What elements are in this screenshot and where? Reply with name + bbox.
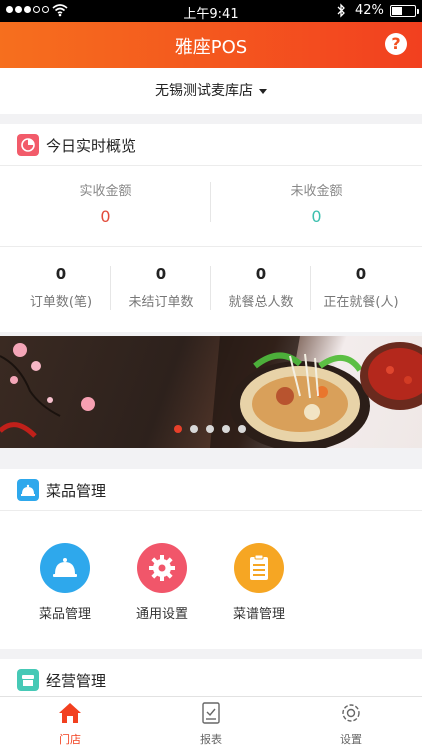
dish-management-label: 菜品管理: [38, 607, 91, 622]
stat-order-count[interactable]: 0 订单数(笔): [11, 247, 111, 332]
menu-section-title: 菜品管理: [46, 482, 107, 500]
tab-label: 设置: [340, 733, 362, 746]
received-amount[interactable]: 实收金额 0: [0, 166, 211, 246]
unreceived-amount[interactable]: 未收金额 0: [211, 166, 422, 246]
stat-dining-now[interactable]: 0 正在就餐(人): [311, 247, 411, 332]
stat-label: 订单数(笔): [29, 295, 93, 310]
battery-icon: [390, 5, 419, 17]
cloche-icon: [17, 479, 39, 501]
unreceived-label: 未收金额: [290, 184, 343, 199]
shop-icon: [17, 669, 39, 691]
tab-settings[interactable]: 设置: [311, 701, 391, 747]
operations-section-header: 经营管理: [0, 659, 422, 701]
general-settings-button[interactable]: 通用设置: [117, 543, 207, 622]
overview-title: 今日实时概览: [46, 137, 137, 155]
menu-management-card: 菜品管理 菜品管理 通用设置 菜谱管理: [0, 469, 422, 649]
overview-header: 今日实时概览: [0, 124, 422, 166]
battery-percent: 42%: [355, 3, 384, 18]
store-selector[interactable]: 无锡测试麦库店: [0, 68, 422, 114]
stat-value: 0: [155, 265, 167, 283]
cloche-icon: [40, 543, 90, 593]
caret-down-icon: [259, 88, 267, 94]
stat-value: 0: [355, 265, 367, 283]
tab-reports[interactable]: 报表: [171, 701, 251, 747]
tab-store[interactable]: 门店: [30, 701, 110, 747]
clipboard-icon: [234, 543, 284, 593]
tab-label: 门店: [59, 733, 81, 746]
page-title: 雅座POS: [174, 37, 248, 58]
stat-label: 未结订单数: [128, 295, 194, 310]
stat-label: 就餐总人数: [228, 295, 294, 310]
tab-bar: 门店 报表 设置: [0, 696, 422, 750]
operations-section-title: 经营管理: [46, 672, 107, 690]
unreceived-value: 0: [311, 207, 322, 226]
stat-value: 0: [55, 265, 67, 283]
report-icon: [202, 702, 220, 724]
bluetooth-icon: [337, 3, 345, 18]
promo-banner[interactable]: [0, 336, 422, 448]
received-label: 实收金额: [79, 184, 132, 199]
status-bar: 上午9:41 42%: [0, 0, 422, 22]
menu-section-header: 菜品管理: [0, 469, 422, 511]
stat-unsettled-orders[interactable]: 0 未结订单数: [111, 247, 211, 332]
stat-value: 0: [255, 265, 267, 283]
banner-page-dot[interactable]: [174, 425, 182, 433]
received-value: 0: [100, 207, 111, 226]
store-icon: [59, 703, 81, 723]
recipe-management-label: 菜谱管理: [232, 607, 285, 622]
help-button[interactable]: ?: [385, 33, 407, 55]
gear-icon: [137, 543, 187, 593]
banner-page-dot[interactable]: [222, 425, 230, 433]
banner-page-dot[interactable]: [238, 425, 246, 433]
tab-label: 报表: [200, 733, 222, 746]
banner-page-dot[interactable]: [206, 425, 214, 433]
store-name: 无锡测试麦库店: [155, 83, 253, 99]
recipe-management-button[interactable]: 菜谱管理: [214, 543, 304, 622]
nav-bar: 雅座POS ?: [0, 22, 422, 68]
pie-chart-icon: [17, 134, 39, 156]
dish-management-button[interactable]: 菜品管理: [20, 543, 110, 622]
stat-label: 正在就餐(人): [323, 295, 399, 310]
overview-card: 今日实时概览 实收金额 0 未收金额 0 0 订单数(笔) 0 未结订单数 0 …: [0, 124, 422, 332]
stat-total-diners[interactable]: 0 就餐总人数: [211, 247, 311, 332]
settings-icon: [342, 704, 360, 722]
general-settings-label: 通用设置: [135, 607, 188, 622]
banner-page-dot[interactable]: [190, 425, 198, 433]
